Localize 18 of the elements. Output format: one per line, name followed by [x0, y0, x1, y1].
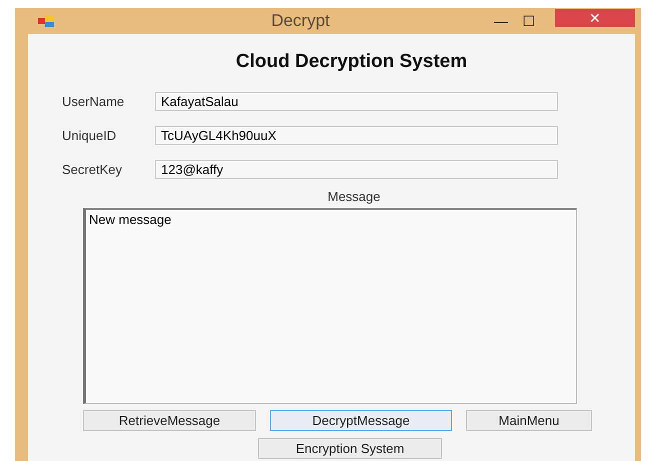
action-button[interactable]: MainMenu [466, 410, 592, 431]
window-title: Decrypt [270, 10, 331, 32]
text-field[interactable]: TcUAyGL4Kh90uuX [155, 126, 558, 145]
form-heading: Cloud Decryption System [234, 50, 468, 74]
field-label: UniqueID [62, 126, 118, 145]
text-field[interactable]: 123@kaffy [155, 160, 558, 179]
app-icon [38, 15, 54, 27]
encryption-system-button[interactable]: Encryption System [258, 438, 442, 459]
field-label: SecretKey [62, 160, 123, 179]
minimize-button[interactable]: — [487, 10, 515, 32]
close-button[interactable]: ✕ [555, 9, 635, 27]
action-button[interactable]: DecryptMessage [270, 410, 452, 431]
text-field[interactable]: KafayatSalau [155, 92, 558, 111]
message-field[interactable]: New message [83, 208, 577, 404]
maximize-button[interactable]: ☐ [515, 10, 543, 32]
field-label: UserName [62, 92, 126, 111]
action-button[interactable]: RetrieveMessage [83, 410, 256, 431]
message-label: Message [326, 188, 382, 206]
